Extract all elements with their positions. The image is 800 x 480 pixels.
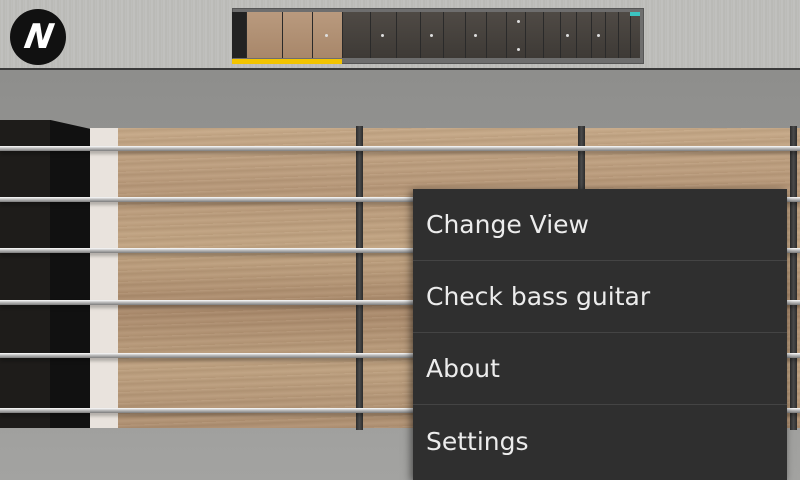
overview-inlay-dot	[381, 34, 384, 37]
overview-fret	[246, 12, 247, 58]
overview-inlay-dot	[517, 20, 520, 23]
overview-fret	[312, 12, 313, 58]
menu-item-change-view[interactable]: Change View	[413, 189, 787, 261]
guitar-string[interactable]	[0, 146, 800, 151]
overview-end-marker	[630, 12, 640, 16]
app-logo-button[interactable]: N	[10, 9, 66, 65]
top-bar: N	[0, 0, 800, 70]
fretboard-overview[interactable]	[232, 8, 644, 64]
overview-inlay-dot	[517, 48, 520, 51]
overview-fret	[591, 12, 592, 58]
overview-fret	[576, 12, 577, 58]
overview-fret	[342, 12, 343, 58]
overview-fret	[370, 12, 371, 58]
overview-inlay-dot	[566, 34, 569, 37]
menu-item-about[interactable]: About	[413, 333, 787, 405]
fret-bar	[790, 126, 797, 430]
overview-fret	[443, 12, 444, 58]
fret-bar	[356, 126, 363, 430]
overview-fret	[282, 12, 283, 58]
menu-item-check-bass-guitar[interactable]: Check bass guitar	[413, 261, 787, 333]
overview-fret	[396, 12, 397, 58]
overview-hidden-region[interactable]	[342, 12, 640, 58]
overview-fret	[525, 12, 526, 58]
overview-fret	[420, 12, 421, 58]
overview-fret	[560, 12, 561, 58]
overview-nut	[232, 12, 246, 58]
overview-fret	[605, 12, 606, 58]
overview-inlay-dot	[430, 34, 433, 37]
overview-fret	[618, 12, 619, 58]
options-menu: Change View Check bass guitar About Sett…	[413, 189, 787, 480]
guitar-nut	[90, 128, 118, 428]
overview-fret	[486, 12, 487, 58]
headstock-shadow	[0, 120, 50, 428]
overview-inlay-dot	[597, 34, 600, 37]
app-logo-letter: N	[21, 17, 55, 57]
overview-inlay-dot	[325, 34, 328, 37]
overview-inlay-dot	[474, 34, 477, 37]
menu-item-settings[interactable]: Settings	[413, 405, 787, 477]
overview-selection-indicator[interactable]	[232, 59, 342, 64]
overview-fret	[465, 12, 466, 58]
overview-fret	[630, 12, 631, 58]
overview-fret	[506, 12, 507, 58]
overview-fret	[543, 12, 544, 58]
